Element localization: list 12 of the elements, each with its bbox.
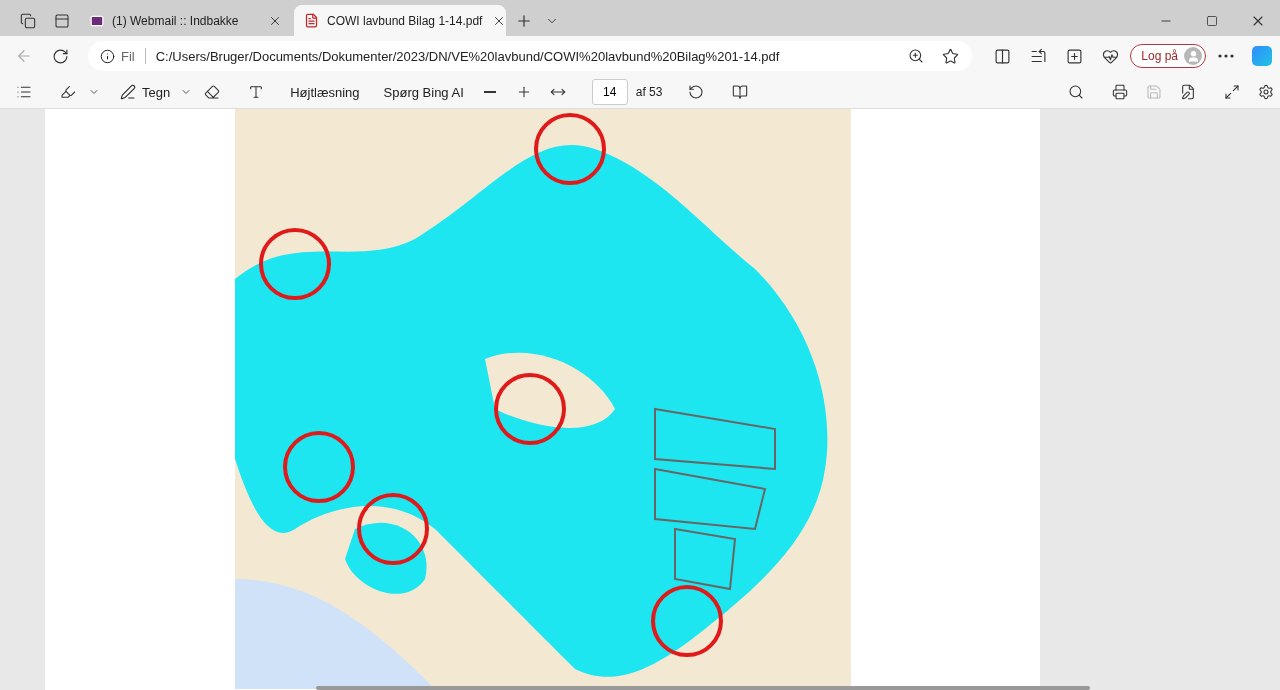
- ask-ai-button[interactable]: Spørg Bing AI: [377, 79, 470, 105]
- url-text: C:/Users/Bruger/Documents/Dokumenter/2023/DN/VE%20lavbund/COWI%20lavbund%20Bilag%201-14.pdf: [155, 48, 781, 64]
- draw-button[interactable]: Tegn: [114, 79, 177, 105]
- tab-title: COWI lavbund Bilag 1-14.pdf: [327, 13, 483, 28]
- address-bar[interactable]: Fil C:/Users/Bruger/Documents/Dokumenter/2023/DN/VE%20lavbund/COWI%20lavbund%20Bilag%201-14.pdf: [88, 41, 973, 71]
- url-scheme: Fil: [121, 48, 135, 64]
- browser-tab[interactable]: COWI lavbund Bilag 1-14.pdf: [294, 5, 506, 36]
- tab-title: (1) Webmail :: Indbakke: [112, 13, 240, 28]
- page-number-field[interactable]: 14: [591, 79, 628, 105]
- read-aloud-button[interactable]: Højtlæsning: [284, 79, 366, 105]
- page-count: af 53: [635, 85, 663, 99]
- sign-in-button[interactable]: Log på: [1130, 44, 1206, 68]
